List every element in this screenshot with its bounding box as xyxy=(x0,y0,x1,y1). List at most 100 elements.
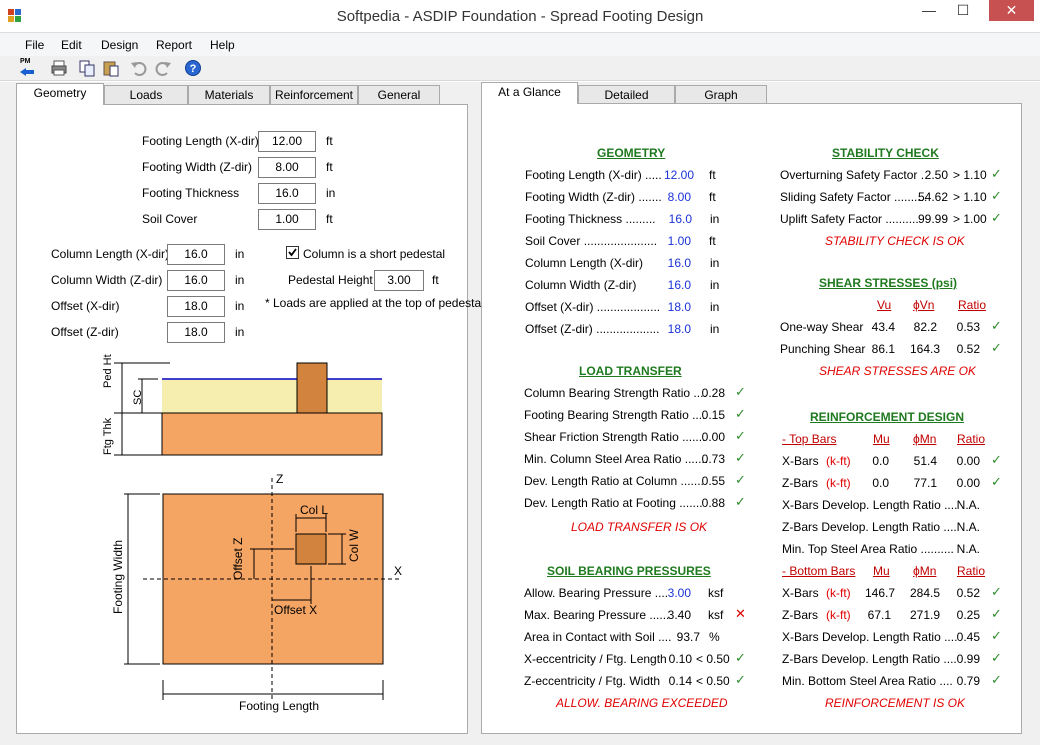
stability-row-limit: > 1.00 xyxy=(953,212,987,226)
shear-row-vn: 82.2 xyxy=(913,320,937,334)
max-bearing-label: Max. Bearing Pressure ...... xyxy=(524,608,670,622)
menu-report[interactable]: Report xyxy=(156,38,192,52)
offset-x-dim-label: Offset X xyxy=(274,603,318,617)
glance-geo-unit: in xyxy=(710,322,720,336)
menu-edit[interactable]: Edit xyxy=(61,38,82,52)
reinf-header-ratio: Ratio xyxy=(957,432,986,446)
lt-row-label: Dev. Length Ratio at Footing ....... xyxy=(524,496,703,510)
shear-row-label: Punching Shear xyxy=(780,342,866,356)
glance-geo-value: 12.00 xyxy=(663,168,694,182)
footing-width-label: Footing Width (Z-dir) xyxy=(142,160,253,174)
copy-icon[interactable] xyxy=(78,59,96,77)
bot-xdev-label: X-Bars Develop. Length Ratio .... xyxy=(782,630,958,644)
offset-x-input[interactable]: 18.0 xyxy=(167,296,225,317)
footing-length-input[interactable]: 12.00 xyxy=(258,131,316,152)
check-icon: ✓ xyxy=(735,384,746,399)
menu-design[interactable]: Design xyxy=(101,38,138,52)
pedestal-height-input[interactable]: 3.00 xyxy=(374,270,424,291)
top-zdev-value: N.A. xyxy=(956,520,980,534)
menu-file[interactable]: File xyxy=(25,38,44,52)
tab-general[interactable]: General xyxy=(358,85,440,105)
top-x-mu: 0.0 xyxy=(872,454,889,468)
check-icon: ✓ xyxy=(735,672,746,687)
glance-reinforcement-title: REINFORCEMENT DESIGN xyxy=(810,410,965,424)
check-icon: ✓ xyxy=(991,188,1002,203)
column-width-input[interactable]: 16.0 xyxy=(167,270,225,291)
tab-detailed[interactable]: Detailed xyxy=(578,85,675,105)
check-icon: ✓ xyxy=(991,606,1002,621)
glance-geo-label: Offset (X-dir) ................... xyxy=(525,300,661,314)
stability-row-label: Sliding Safety Factor .......... xyxy=(780,190,928,204)
tab-loads[interactable]: Loads xyxy=(104,85,188,105)
short-pedestal-checkbox[interactable] xyxy=(286,246,299,259)
offset-x-label: Offset (X-dir) xyxy=(51,299,120,313)
area-contact-label: Area in Contact with Soil .... xyxy=(524,630,672,644)
offset-z-input[interactable]: 18.0 xyxy=(167,322,225,343)
col-l-label: Col L xyxy=(300,503,329,517)
footing-width-dim-label: Footing Width xyxy=(111,539,125,614)
tab-geometry[interactable]: Geometry xyxy=(16,83,104,105)
footing-width-unit: ft xyxy=(326,160,333,174)
check-icon: ✓ xyxy=(991,210,1002,225)
check-icon: ✓ xyxy=(735,406,746,421)
bot-z-ratio: 0.25 xyxy=(956,608,980,622)
kft-unit: (k-ft) xyxy=(826,608,851,622)
close-button[interactable]: ✕ xyxy=(989,0,1034,21)
redo-icon[interactable] xyxy=(154,59,172,77)
glance-geo-label: Column Length (X-dir) xyxy=(525,256,644,270)
bot-z-mu: 67.1 xyxy=(867,608,891,622)
check-icon: ✓ xyxy=(991,474,1002,489)
glance-geo-unit: in xyxy=(710,212,720,226)
bot-x-label: X-Bars xyxy=(782,586,819,600)
menu-help[interactable]: Help xyxy=(210,38,235,52)
allow-bearing-unit: ksf xyxy=(708,586,724,600)
bot-x-ratio: 0.52 xyxy=(956,586,980,600)
footing-width-input[interactable]: 8.00 xyxy=(258,157,316,178)
bot-z-mn: 271.9 xyxy=(909,608,940,622)
glance-geo-value: 16.0 xyxy=(667,278,691,292)
z-axis-label: Z xyxy=(276,472,284,486)
glance-geo-unit: ft xyxy=(709,234,716,248)
glance-geo-label: Footing Width (Z-dir) ....... xyxy=(525,190,662,204)
bottom-bars-label: - Bottom Bars xyxy=(782,564,856,578)
maximize-button[interactable]: ☐ xyxy=(948,0,978,22)
tab-graph[interactable]: Graph xyxy=(675,85,767,105)
bot-zdev-label: Z-Bars Develop. Length Ratio .... xyxy=(782,652,957,666)
column-length-input[interactable]: 16.0 xyxy=(167,244,225,265)
soil-cover-label: Soil Cover xyxy=(142,212,198,226)
allow-bearing-label: Allow. Bearing Pressure .... xyxy=(524,586,669,600)
glance-geo-label: Footing Thickness ......... xyxy=(525,212,656,226)
tab-reinforcement[interactable]: Reinforcement xyxy=(270,85,358,105)
soil-cover-region xyxy=(162,379,382,413)
check-icon: ✓ xyxy=(991,584,1002,599)
x-ecc-limit: < 0.50 xyxy=(696,652,730,666)
title-bar: Softpedia - ASDIP Foundation - Spread Fo… xyxy=(0,0,1040,33)
print-icon[interactable] xyxy=(50,59,68,77)
stability-row-label: Uplift Safety Factor .......... xyxy=(780,212,919,226)
glance-geo-value: 16.0 xyxy=(667,256,691,270)
column-length-unit: in xyxy=(235,247,245,261)
help-icon[interactable]: ? xyxy=(184,59,202,77)
pedestal-elevation xyxy=(296,362,328,414)
undo-icon[interactable] xyxy=(130,59,148,77)
top-z-mn: 77.1 xyxy=(913,476,937,490)
tab-at-a-glance[interactable]: At a Glance xyxy=(481,82,578,104)
check-icon: ✓ xyxy=(991,340,1002,355)
tab-materials[interactable]: Materials xyxy=(188,85,270,105)
top-x-label: X-Bars xyxy=(782,454,819,468)
glance-geo-unit: in xyxy=(710,256,720,270)
glance-geo-unit: in xyxy=(710,300,720,314)
paste-icon[interactable] xyxy=(102,59,120,77)
column-plan xyxy=(295,533,327,565)
footing-length-label: Footing Length (X-dir) xyxy=(142,134,259,148)
footing-thickness-input[interactable]: 16.0 xyxy=(258,183,316,204)
top-x-ratio: 0.00 xyxy=(956,454,980,468)
minimize-button[interactable]: — xyxy=(914,0,944,22)
cross-icon: ✕ xyxy=(735,606,746,621)
window-title: Softpedia - ASDIP Foundation - Spread Fo… xyxy=(336,8,704,25)
soil-cover-input[interactable]: 1.00 xyxy=(258,209,316,230)
pedestal-height-unit: ft xyxy=(432,273,439,287)
pm-back-icon[interactable]: PM xyxy=(18,58,36,77)
glance-soil-bearing-title: SOIL BEARING PRESSURES xyxy=(547,564,711,578)
check-icon: ✓ xyxy=(735,650,746,665)
